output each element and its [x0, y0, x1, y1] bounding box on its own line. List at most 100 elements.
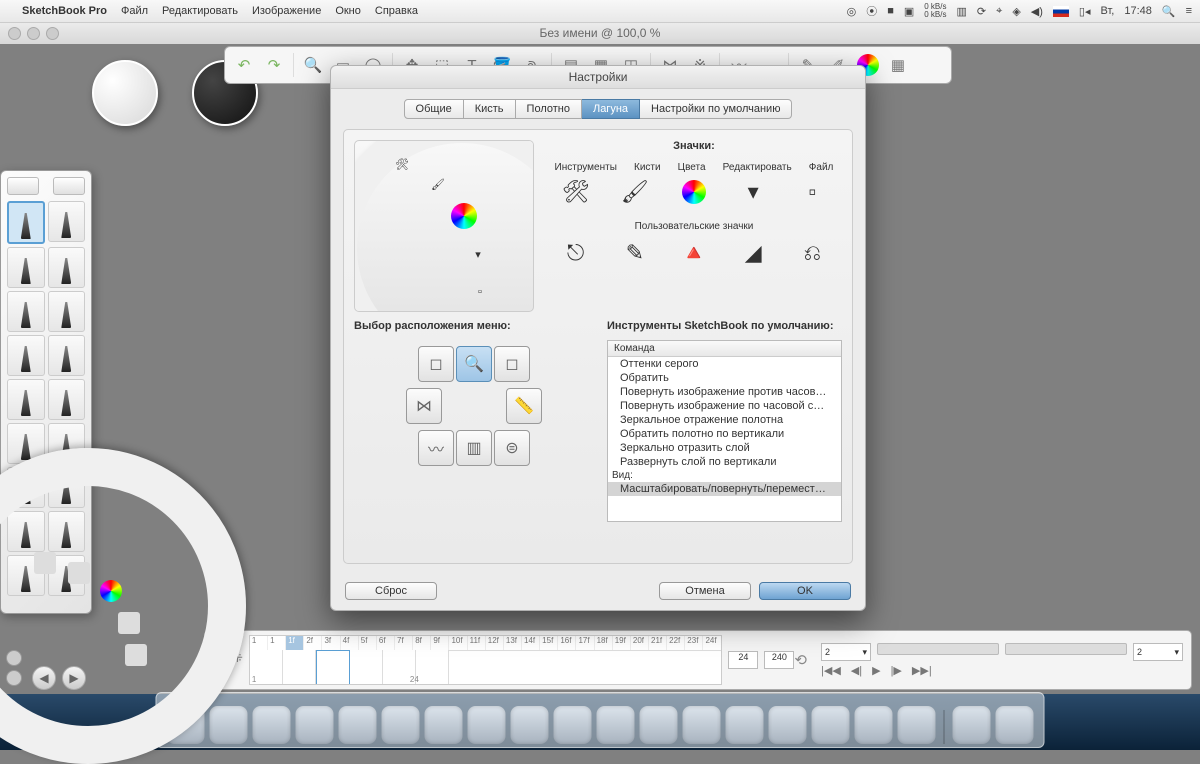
frame-thumb[interactable] [416, 650, 449, 684]
lagoon-prev-icon[interactable]: ◀ [32, 666, 56, 690]
tab-canvas[interactable]: Полотно [516, 99, 582, 119]
dock-app-icon[interactable] [511, 706, 549, 744]
icon-brushes[interactable]: 🖌 [620, 177, 650, 207]
brush-item[interactable] [48, 379, 86, 420]
prev-frame-icon[interactable]: ◀| [851, 664, 862, 677]
user-icon-5[interactable]: ⎌ [797, 238, 827, 268]
frame-thumb[interactable] [350, 650, 383, 684]
frame-tick[interactable]: 4f [341, 636, 359, 650]
user-icon-3[interactable]: 🔺 [679, 238, 709, 268]
frame-count-2[interactable]: 240 [764, 651, 794, 669]
icon-tools[interactable]: 🛠 [561, 177, 591, 207]
undo-icon[interactable]: ↶ [233, 54, 255, 76]
onion-after[interactable]: 2▾ [1133, 643, 1183, 661]
frame-tick[interactable]: 13f [504, 636, 522, 650]
network-icon[interactable]: 0 kB/s0 kB/s [924, 3, 946, 19]
power-icon[interactable]: ▯◂ [1079, 5, 1091, 18]
command-row[interactable]: Оттенки серого [608, 357, 841, 371]
input-flag-icon[interactable] [1053, 6, 1069, 17]
pos-sw[interactable]: 〰 [418, 430, 454, 466]
play-icon[interactable]: ▶ [872, 664, 880, 677]
close-button[interactable] [8, 27, 21, 40]
dock-app-icon[interactable] [210, 706, 248, 744]
dock-app-icon[interactable] [855, 706, 893, 744]
zoom-icon[interactable]: 🔍 [302, 54, 324, 76]
dock-app-icon[interactable] [296, 706, 334, 744]
frame-thumb[interactable] [316, 650, 350, 685]
command-row[interactable]: Зеркальное отражение полотна [608, 413, 841, 427]
brush-item[interactable] [48, 291, 86, 332]
command-row[interactable]: Развернуть слой по вертикали [608, 455, 841, 469]
command-row[interactable]: Обратить полотно по вертикали [608, 427, 841, 441]
bluetooth-icon[interactable]: ⌖ [996, 5, 1002, 18]
frame-tick[interactable]: 17f [576, 636, 594, 650]
frame-tick[interactable]: 16f [558, 636, 576, 650]
wifi-icon[interactable]: ◈ [1012, 5, 1020, 18]
frame-tick[interactable]: 15f [540, 636, 558, 650]
opacity-slider-2[interactable] [1005, 643, 1127, 655]
timeline-track[interactable]: 111f2f3f4f5f6f7f8f9f10f11f12f13f14f15f16… [249, 635, 723, 685]
frame-tick[interactable]: 10f [449, 636, 467, 650]
pos-nw[interactable]: ◻ [418, 346, 454, 382]
spotlight2-icon[interactable]: ⦿ [866, 3, 877, 19]
frame-tick[interactable]: 22f [667, 636, 685, 650]
frame-tick[interactable]: 7f [395, 636, 413, 650]
dock-app-icon[interactable] [726, 706, 764, 744]
frame-tick[interactable]: 20f [631, 636, 649, 650]
dock-app-icon[interactable] [339, 706, 377, 744]
frame-tick[interactable]: 1f [286, 636, 304, 650]
cc-icon[interactable]: ◎ [847, 5, 857, 18]
frame-tick[interactable]: 19f [613, 636, 631, 650]
dock-app-icon[interactable] [468, 706, 506, 744]
lagoon-menu[interactable]: ◀ ▶ [0, 544, 150, 694]
apps-icon[interactable]: ▦ [887, 54, 909, 76]
ok-button[interactable]: OK [759, 582, 851, 600]
user-icon-2[interactable]: ✎ [620, 238, 650, 268]
reset-button[interactable]: Сброс [345, 582, 437, 600]
display-icon[interactable]: ▣ [904, 5, 914, 18]
menu-image[interactable]: Изображение [252, 5, 321, 17]
app-menu[interactable]: SketchBook Pro [22, 5, 107, 17]
menu-help[interactable]: Справка [375, 5, 418, 17]
next-frame-icon[interactable]: |▶ [891, 664, 902, 677]
first-frame-icon[interactable]: |◀◀ [821, 664, 841, 677]
pos-n[interactable]: 🔍 [456, 346, 492, 382]
tab-lagoon[interactable]: Лагуна [582, 99, 640, 119]
dock-app-icon[interactable] [554, 706, 592, 744]
pos-e[interactable]: 📏 [506, 388, 542, 424]
command-row[interactable]: Зеркально отразить слой [608, 441, 841, 455]
frame-tick[interactable]: 6f [377, 636, 395, 650]
command-row[interactable]: Масштабировать/повернуть/перемести... [608, 482, 841, 496]
menu-window[interactable]: Окно [335, 5, 361, 17]
brush-settings-icon[interactable] [7, 177, 39, 195]
frame-tick[interactable]: 14f [522, 636, 540, 650]
user-icon-1[interactable]: ⎋ [561, 238, 591, 268]
command-list[interactable]: Команда Оттенки серогоОбратитьПовернуть … [607, 340, 842, 522]
dock-app-icon[interactable] [425, 706, 463, 744]
tab-defaults[interactable]: Настройки по умолчанию [640, 99, 792, 119]
dock-trash-icon[interactable] [996, 706, 1034, 744]
frame-tick[interactable]: 3f [322, 636, 340, 650]
lagoon-edit-icon[interactable] [118, 612, 140, 634]
brush-puck[interactable] [92, 60, 158, 126]
tab-brush[interactable]: Кисть [464, 99, 516, 119]
dock-app-icon[interactable] [769, 706, 807, 744]
opacity-slider-1[interactable] [877, 643, 999, 655]
last-frame-icon[interactable]: ▶▶| [912, 664, 932, 677]
brush-item[interactable] [48, 201, 86, 242]
frame-tick[interactable]: 8f [413, 636, 431, 650]
clock-day[interactable]: Вт, [1100, 5, 1114, 17]
brush-item[interactable] [7, 379, 45, 420]
dock-app-icon[interactable] [253, 706, 291, 744]
volume-icon[interactable]: ◀) [1031, 5, 1043, 18]
frame-tick[interactable]: 1 [268, 636, 286, 650]
lagoon-file-icon[interactable] [125, 644, 147, 666]
pos-s[interactable]: ▥ [456, 430, 492, 466]
brush-library-icon[interactable] [53, 177, 85, 195]
brush-item[interactable] [7, 335, 45, 376]
frame-tick[interactable]: 12f [486, 636, 504, 650]
sync-icon[interactable]: ⟳ [977, 5, 986, 18]
frame-tick[interactable]: 23f [685, 636, 703, 650]
notification-icon[interactable]: ≡ [1186, 5, 1192, 17]
frame-tick[interactable]: 1 [250, 636, 268, 650]
